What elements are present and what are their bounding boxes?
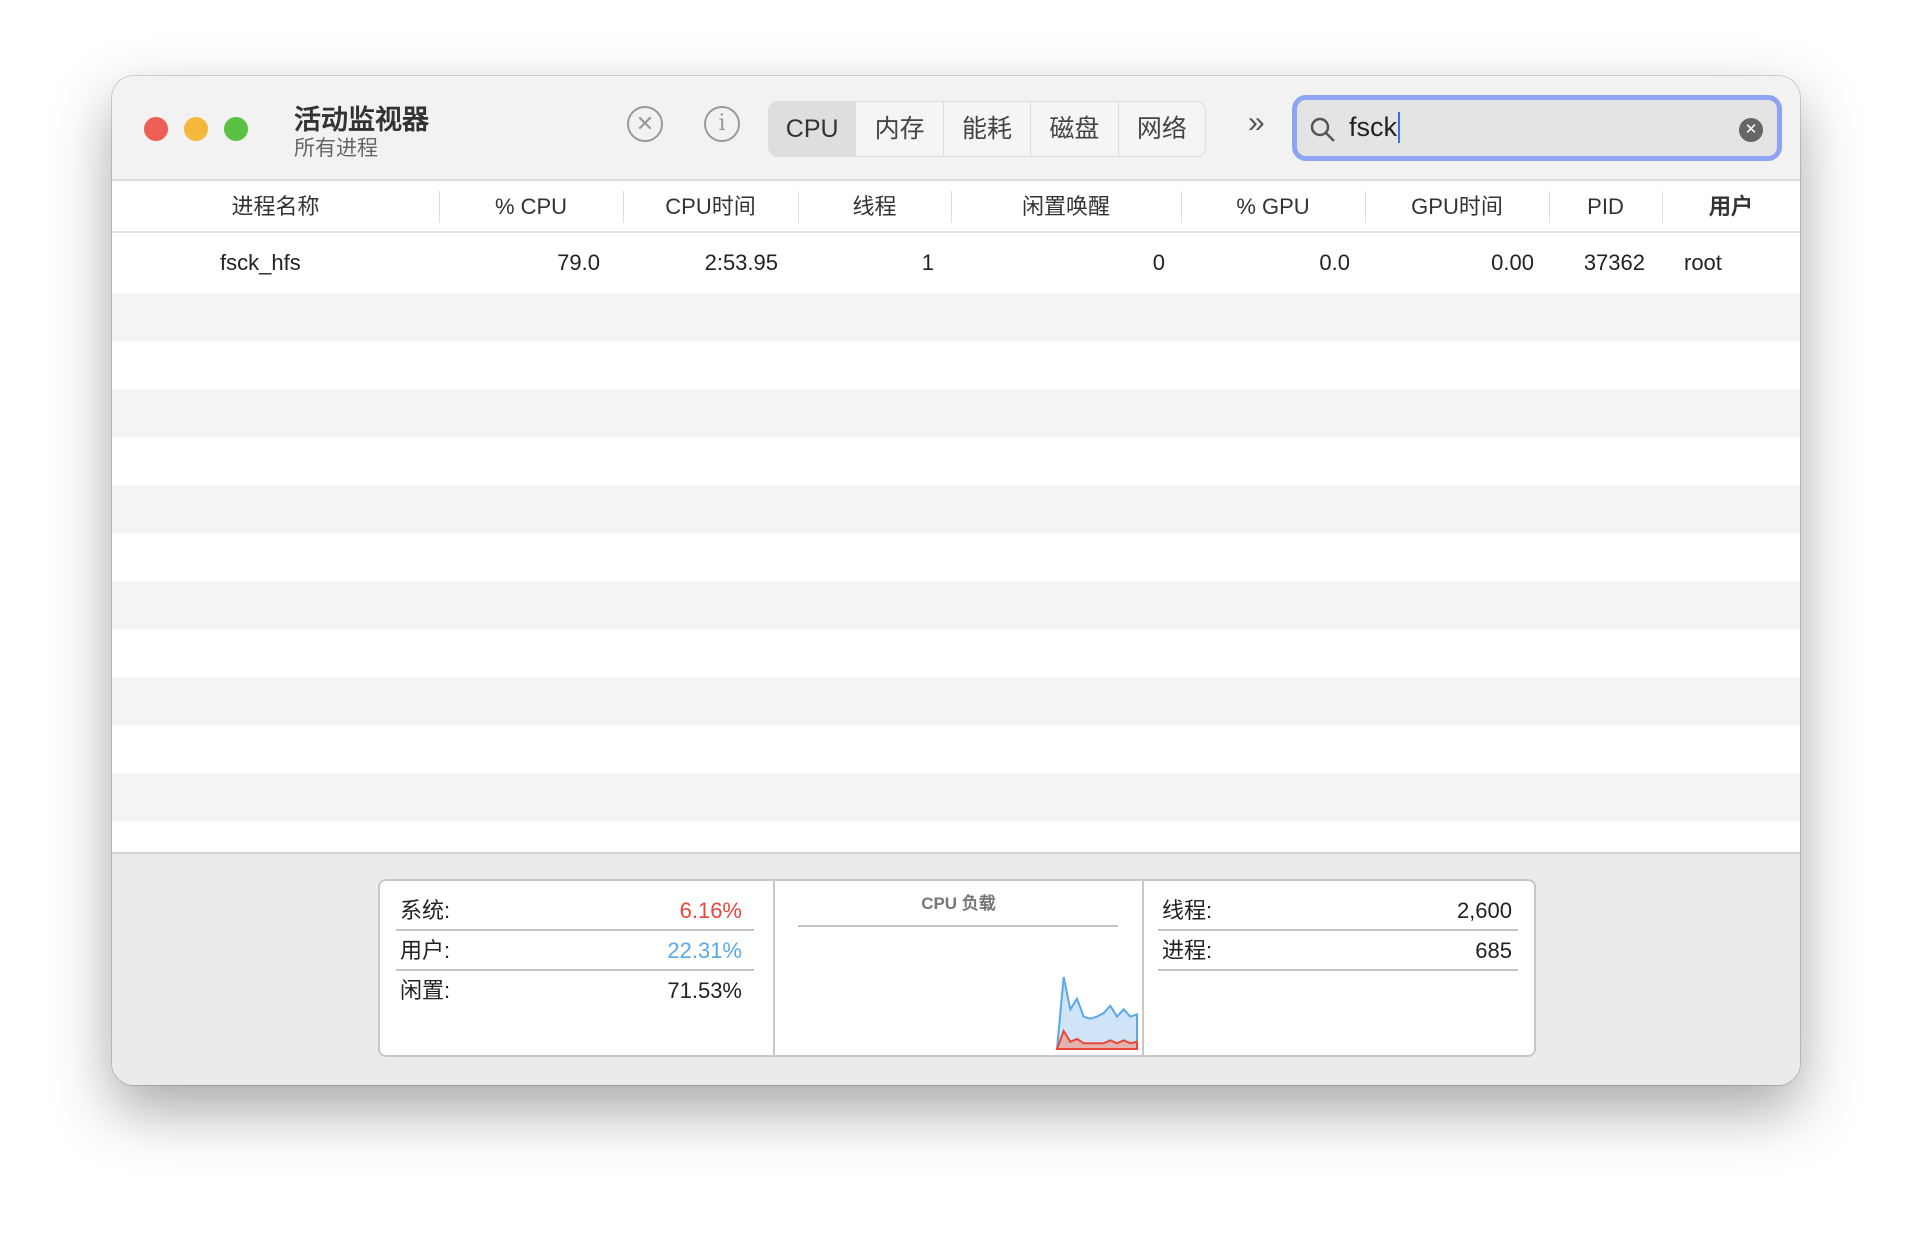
cpu-load-chart xyxy=(1055,976,1138,1050)
cell-user: root xyxy=(1684,250,1722,275)
stop-process-button[interactable]: ✕ xyxy=(627,106,663,142)
clear-search-button[interactable]: ✕ xyxy=(1739,118,1763,142)
column-threads[interactable]: 线程 xyxy=(798,181,951,233)
cell-gpu: 0.0 xyxy=(1319,250,1350,275)
system-value: 6.16% xyxy=(679,898,742,923)
empty-row xyxy=(112,677,1800,725)
idle-label: 闲置: xyxy=(400,978,451,1003)
empty-row xyxy=(112,437,1800,485)
stats-box: 系统: 6.16% 用户: 22.31% 闲置: 71.53% CPU 负载 线… xyxy=(378,879,1536,1057)
column-user[interactable]: 用户 xyxy=(1662,181,1800,233)
tab-disk[interactable]: 磁盘 xyxy=(1030,102,1117,156)
info-button[interactable]: i xyxy=(704,106,740,142)
tab-network[interactable]: 网络 xyxy=(1117,102,1205,156)
cpu-load-title: CPU 负载 xyxy=(921,894,996,913)
column-idle-wake[interactable]: 闲置唤醒 xyxy=(951,181,1181,233)
empty-row xyxy=(112,581,1800,629)
window-subtitle: 所有进程 xyxy=(294,137,378,160)
threads-value: 2,600 xyxy=(1456,898,1512,923)
cell-threads: 1 xyxy=(921,250,934,275)
column-cpu-time[interactable]: CPU时间 xyxy=(623,181,798,233)
tab-cpu[interactable]: CPU xyxy=(769,102,856,156)
empty-row xyxy=(112,773,1800,821)
search-icon xyxy=(1310,117,1335,142)
process-table: 进程名称 % CPU CPU时间 线程 闲置唤醒 % GPU GPU时间 PID… xyxy=(112,181,1800,951)
activity-monitor-window: 活动监视器 所有进程 ✕ i CPU 内存 能耗 磁盘 网络 » fsck ✕ … xyxy=(112,76,1800,1085)
cell-idle-wake: 0 xyxy=(1152,250,1165,275)
processes-value: 685 xyxy=(1475,938,1512,963)
search-field[interactable]: fsck ✕ xyxy=(1292,95,1782,161)
empty-row xyxy=(112,629,1800,677)
clear-icon: ✕ xyxy=(1744,121,1758,138)
x-circle-icon: ✕ xyxy=(635,111,655,136)
tab-energy[interactable]: 能耗 xyxy=(942,102,1030,156)
table-header: 进程名称 % CPU CPU时间 线程 闲置唤醒 % GPU GPU时间 PID… xyxy=(112,181,1800,233)
cell-cpu: 79.0 xyxy=(557,250,600,275)
cell-gpu-time: 0.00 xyxy=(1491,250,1534,275)
info-icon: i xyxy=(718,111,726,136)
column-gpu-percent[interactable]: % GPU xyxy=(1181,181,1365,233)
cell-name: fsck_hfs xyxy=(220,250,301,275)
empty-row xyxy=(112,725,1800,773)
processes-label: 进程: xyxy=(1162,938,1213,963)
column-cpu-percent[interactable]: % CPU xyxy=(439,181,623,233)
system-label: 系统: xyxy=(400,898,451,923)
column-pid[interactable]: PID xyxy=(1549,181,1662,233)
cell-pid: 37362 xyxy=(1583,250,1645,275)
threads-label: 线程: xyxy=(1162,898,1213,923)
user-value: 22.31% xyxy=(667,938,742,963)
user-label: 用户: xyxy=(400,938,451,963)
search-input[interactable]: fsck xyxy=(1349,112,1401,143)
cell-cpu-time: 2:53.95 xyxy=(704,250,778,275)
empty-row xyxy=(112,533,1800,581)
cpu-summary-pane: 系统: 6.16% 用户: 22.31% 闲置: 71.53% CPU 负载 线… xyxy=(112,852,1800,1085)
empty-row xyxy=(112,389,1800,437)
more-toolbar-button[interactable]: » xyxy=(1248,106,1265,140)
view-tabs: CPU 内存 能耗 磁盘 网络 xyxy=(768,101,1206,157)
column-process-name[interactable]: 进程名称 xyxy=(112,181,439,233)
tab-memory[interactable]: 内存 xyxy=(855,102,942,156)
zoom-button[interactable] xyxy=(224,117,248,141)
minimize-button[interactable] xyxy=(184,117,208,141)
close-button[interactable] xyxy=(144,117,168,141)
idle-value: 71.53% xyxy=(667,978,742,1003)
empty-row xyxy=(112,485,1800,533)
chevron-double-right-icon: » xyxy=(1248,106,1265,139)
column-gpu-time[interactable]: GPU时间 xyxy=(1365,181,1549,233)
empty-row xyxy=(112,293,1800,341)
table-row[interactable]: fsck_hfs 79.0 2:53.95 1 0 0.0 0.00 37362… xyxy=(112,233,1800,293)
empty-row xyxy=(112,341,1800,389)
